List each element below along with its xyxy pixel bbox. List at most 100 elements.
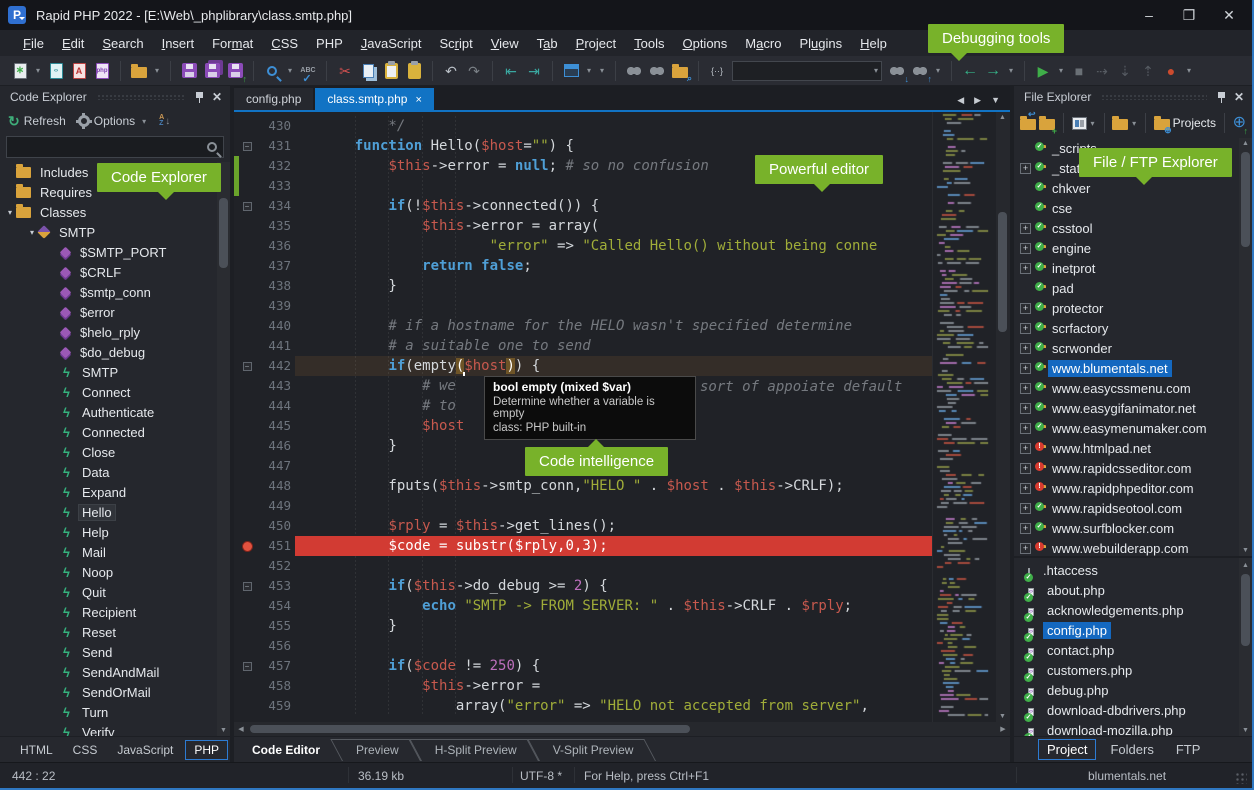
gutter-fold[interactable] [239,256,255,276]
expand-icon[interactable]: + [1020,303,1031,314]
code-text[interactable]: if($this->do_debug >= 2) { [295,576,932,596]
find-prev-icon[interactable] [624,61,644,81]
tree-item-sendormail[interactable]: ϟSendOrMail [0,682,230,702]
expand-icon[interactable]: + [1020,163,1031,174]
folder-item-www-blumentals-net[interactable]: +✓www.blumentals.net [1014,358,1252,378]
code-line-435[interactable]: 435 $this->error = array( [234,216,932,236]
view-tab-preview[interactable]: Preview [342,739,421,761]
code-text[interactable]: array("error" => "HELO not accepted from… [295,696,932,716]
menu-item-project[interactable]: Project [567,33,625,54]
tree-item-hello[interactable]: ϟHello [0,502,230,522]
fold-collapse-icon[interactable]: − [243,662,252,671]
projects-button[interactable]: Projects [1173,116,1216,130]
doc-tab-javascript[interactable]: JavaScript [109,740,181,760]
braces-icon[interactable]: {··} [707,61,727,81]
doc-php-icon[interactable]: php [92,61,112,81]
menu-item-format[interactable]: Format [203,33,262,54]
sort-az-icon[interactable]: AZ↓ [159,115,170,127]
menu-item-view[interactable]: View [482,33,528,54]
cut-icon[interactable]: ✂ [335,61,355,81]
gutter-fold[interactable] [239,696,255,716]
file-item-about-php[interactable]: ‹›✓about.php [1014,580,1252,600]
tree-item-smtp[interactable]: ϟSMTP [0,362,230,382]
menu-item-search[interactable]: Search [93,33,152,54]
code-line-452[interactable]: 452 [234,556,932,576]
scroll-thumb[interactable] [998,212,1007,332]
tree-item-smtp[interactable]: ▾SMTP [0,222,230,242]
code-line-436[interactable]: 436 "error" => "Called Hello() without b… [234,236,932,256]
dropdown-icon[interactable]: ▾ [597,66,607,75]
code-line-457[interactable]: −457 if($code != 250) { [234,656,932,676]
scroll-left-icon[interactable]: ◀ [234,725,248,733]
paste-icon[interactable] [381,61,401,81]
gutter-fold[interactable]: − [239,136,255,156]
expand-icon[interactable]: + [1020,443,1031,454]
gutter-fold[interactable] [239,476,255,496]
dropdown-icon[interactable]: ▾ [33,66,43,75]
file-item-config-php[interactable]: ‹›✓config.php [1014,620,1252,640]
folder-icon[interactable] [1112,113,1128,133]
tree-item-crlf[interactable]: $CRLF [0,262,230,282]
doc-a-icon[interactable]: A [69,61,89,81]
outdent-icon[interactable]: ⇤ [501,61,521,81]
fold-collapse-icon[interactable]: − [243,142,252,151]
menu-item-edit[interactable]: Edit [53,33,93,54]
tree-item-error[interactable]: $error [0,302,230,322]
gutter-fold[interactable] [239,116,255,136]
gutter-fold[interactable] [239,596,255,616]
tree-item-do_debug[interactable]: $do_debug [0,342,230,362]
file-item-contact-php[interactable]: ‹›✓contact.php [1014,640,1252,660]
gutter-fold[interactable]: − [239,656,255,676]
folder-find-icon[interactable]: ⌕ [670,61,690,81]
menu-item-php[interactable]: PHP [307,33,352,54]
folder-open-icon[interactable] [129,61,149,81]
code-text[interactable]: $this->error = array( [295,216,932,236]
menu-item-tools[interactable]: Tools [625,33,673,54]
scroll-up-icon[interactable]: ▲ [1239,562,1252,569]
step-over-icon[interactable]: ⇢ [1092,61,1112,81]
tree-item-noop[interactable]: ϟNoop [0,562,230,582]
folder-item-scrwonder[interactable]: +✓scrwonder [1014,338,1252,358]
dropdown-icon[interactable]: ▾ [1184,66,1194,75]
code-text[interactable] [295,556,932,576]
code-line-458[interactable]: 458 $this->error = [234,676,932,696]
minimize-button[interactable]: – [1142,7,1156,24]
fe-tab-ftp[interactable]: FTP [1168,739,1209,760]
menu-item-script[interactable]: Script [430,33,481,54]
code-line-448[interactable]: 448 fputs($this->smtp_conn,"HELO " . $ho… [234,476,932,496]
code-line-439[interactable]: 439 [234,296,932,316]
close-button[interactable]: ✕ [1222,7,1236,24]
fe-tab-project[interactable]: Project [1038,739,1096,760]
options-dropdown-icon[interactable]: ▾ [139,117,149,126]
scroll-down-icon[interactable]: ▼ [996,713,1009,720]
tree-scrollbar[interactable]: ▼ [217,162,230,736]
code-text[interactable] [295,296,932,316]
tree-item-connected[interactable]: ϟConnected [0,422,230,442]
expand-icon[interactable]: + [1020,323,1031,334]
tree-item-authenticate[interactable]: ϟAuthenticate [0,402,230,422]
breakpoint-icon[interactable] [242,541,253,552]
code-text[interactable]: function Hello($host="") { [295,136,932,156]
code-line-450[interactable]: 450 $rply = $this->get_lines(); [234,516,932,536]
tree-item-helo_rply[interactable]: $helo_rply [0,322,230,342]
code-line-441[interactable]: 441 # a suitable one to send [234,336,932,356]
dropdown-icon[interactable]: ▾ [1131,119,1137,128]
code-line-451[interactable]: 451 $code = substr($rply,0,3); [234,536,932,556]
expand-icon[interactable]: + [1020,243,1031,254]
scroll-thumb[interactable] [219,198,228,268]
tree-item-smtp_conn[interactable]: $smtp_conn [0,282,230,302]
tree-item-data[interactable]: ϟData [0,462,230,482]
code-text[interactable]: return false; [295,256,932,276]
save-icon[interactable] [179,61,199,81]
editor-tab-config-php[interactable]: config.php [234,88,313,110]
code-text[interactable]: } [295,616,932,636]
folder-add-icon[interactable]: + [1039,113,1055,133]
step-into-icon[interactable]: ⇣ [1115,61,1135,81]
doc-code-icon[interactable]: ‹› [46,61,66,81]
refresh-button[interactable]: Refresh [24,114,66,128]
save-up-icon[interactable]: ↑ [225,61,245,81]
undo-icon[interactable]: ↶ [441,61,461,81]
globe-upload-icon[interactable]: ⊕↑ [1233,113,1246,133]
menu-item-file[interactable]: File [14,33,53,54]
folder-item-protector[interactable]: +✓protector [1014,298,1252,318]
